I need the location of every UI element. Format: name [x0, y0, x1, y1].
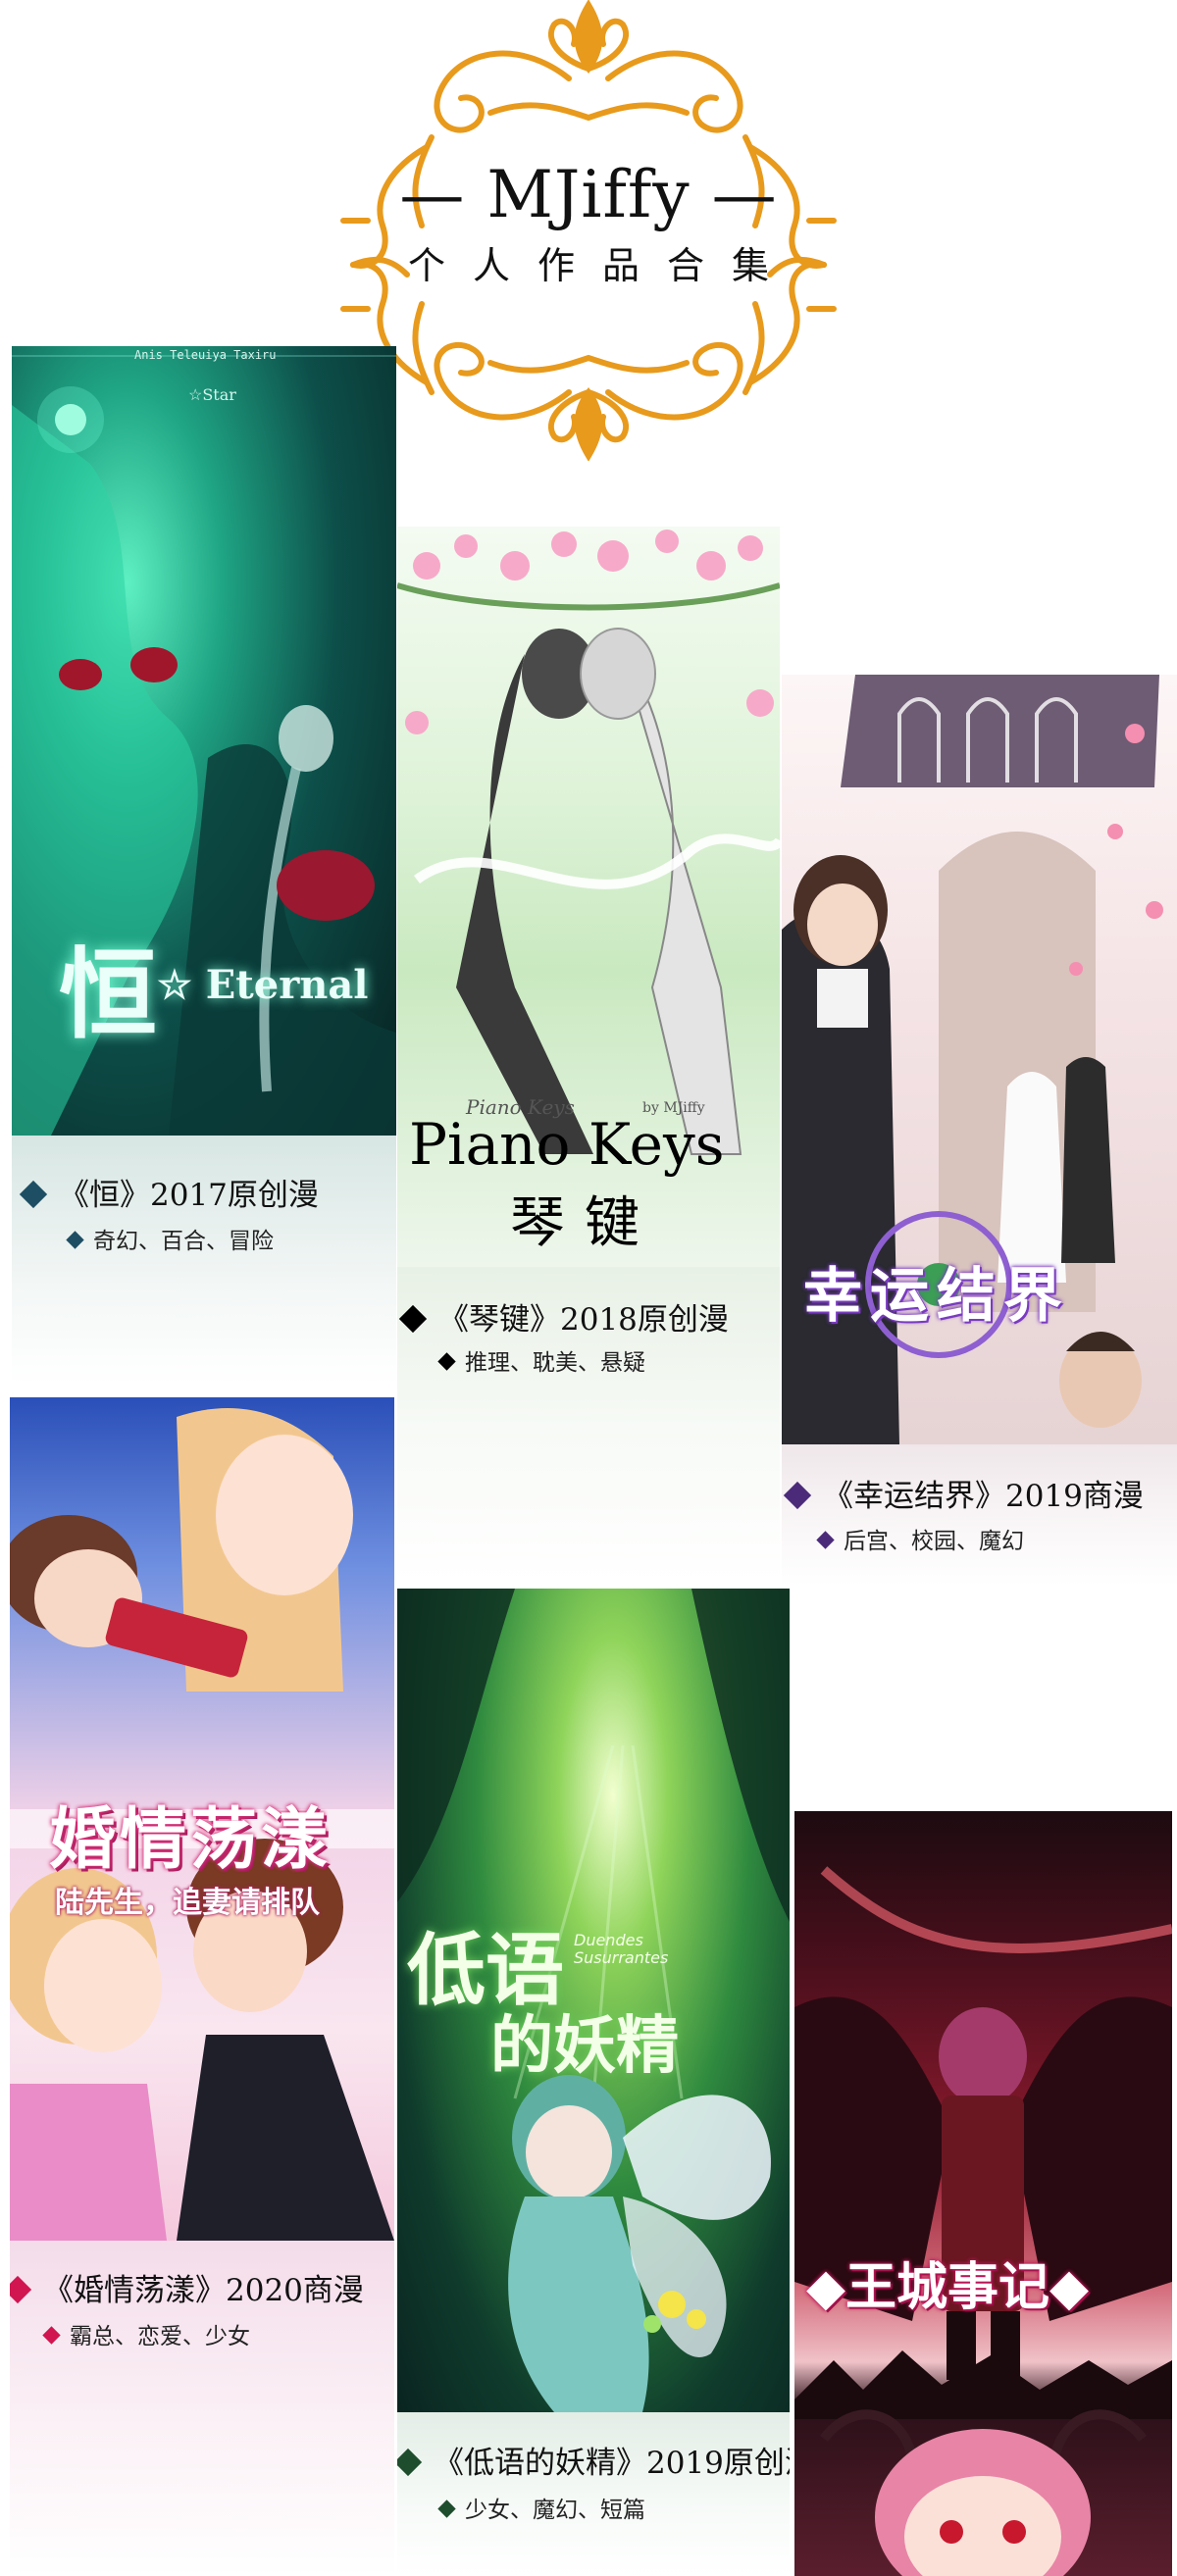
- poster-reflection: [782, 1444, 1177, 1587]
- poster-title-cn: 恒: [59, 936, 157, 1052]
- work-title: 《恒》2017原创漫: [18, 1170, 319, 1214]
- poster-title-en: Piano Keys: [409, 1111, 725, 1178]
- work-tags: 霸总、恋爱、少女: [42, 2317, 250, 2350]
- poster-whispering-fairy: 低语 的妖精 Duendes Susurrantes: [397, 1589, 790, 2412]
- work-card-lucky-barrier[interactable]: 幸运结界 《幸运结界》2019商漫 后宫、校园、魔幻: [782, 675, 1177, 1587]
- work-card-king-city[interactable]: ◆王城事记◆: [794, 1811, 1172, 2576]
- poster-title-cn: ◆王城事记◆: [806, 2257, 1089, 2317]
- poster-top-text: Anis Teleuiya Taxiru: [134, 348, 277, 362]
- poster-star-text: ☆Star: [188, 385, 236, 404]
- work-card-whispering-fairy[interactable]: 低语 的妖精 Duendes Susurrantes 《低语的妖精》2019原创…: [397, 1589, 790, 2576]
- work-tags: 少女、魔幻、短篇: [437, 2491, 645, 2524]
- diamond-bullet-icon: [437, 2499, 456, 2518]
- poster-title-cn-2: 的妖精: [490, 2009, 679, 2083]
- work-title: 《琴键》2018原创漫: [397, 1294, 729, 1339]
- work-card-marriage[interactable]: 婚情荡漾 陆先生，追妻请排队 《婚情荡漾》2020商漫 霸总、恋爱、少女: [10, 1397, 394, 2576]
- poster-subtitle: 陆先生，追妻请排队: [55, 1886, 320, 1920]
- poster-title-cn: 幸运结界: [803, 1262, 1070, 1331]
- diamond-bullet-icon: [437, 1351, 456, 1371]
- poster-title-cn: 琴键: [510, 1191, 659, 1255]
- diamond-bullet-icon: [66, 1230, 84, 1249]
- work-card-eternal[interactable]: Anis Teleuiya Taxiru ☆Star 恒 ☆ Eternal 《…: [12, 346, 396, 1386]
- work-title: 《幸运结界》2019商漫: [782, 1471, 1144, 1515]
- header-title: — MJiffy —: [399, 157, 778, 232]
- poster-eternal: Anis Teleuiya Taxiru ☆Star 恒 ☆ Eternal: [12, 346, 396, 1136]
- diamond-bullet-icon: [397, 2448, 423, 2476]
- poster-title-en: ☆ Eternal: [157, 962, 369, 1008]
- poster-lucky-barrier: 幸运结界: [782, 675, 1177, 1444]
- poster-title-cn: 婚情荡漾: [49, 1800, 333, 1879]
- work-title: 《婚情荡漾》2020商漫: [10, 2265, 364, 2309]
- poster-piano-keys: Piano Keys by MJiffy Piano Keys 琴键: [397, 527, 780, 1267]
- diamond-bullet-icon: [19, 1180, 48, 1208]
- diamond-bullet-icon: [783, 1481, 812, 1509]
- header-ornament: — MJiffy — 个人作品合集: [333, 0, 844, 461]
- header-subtitle: 个人作品合集: [407, 244, 796, 287]
- king-city-art-icon: [794, 1866, 1172, 2576]
- poster-title-en: Duendes Susurrantes: [574, 1931, 669, 1967]
- diamond-bullet-icon: [42, 2325, 61, 2345]
- poster-marriage: 婚情荡漾 陆先生，追妻请排队: [10, 1397, 394, 2241]
- work-card-piano-keys[interactable]: Piano Keys by MJiffy Piano Keys 琴键 《琴键》2…: [397, 527, 780, 1586]
- work-title: 《低语的妖精》2019原创漫: [397, 2438, 790, 2482]
- work-tags: 推理、耽美、悬疑: [437, 1343, 645, 1377]
- work-tags: 后宫、校园、魔幻: [816, 1522, 1024, 1555]
- diamond-bullet-icon: [10, 2275, 32, 2303]
- work-tags: 奇幻、百合、冒险: [66, 1222, 274, 1255]
- poster-king-city: ◆王城事记◆: [794, 1811, 1172, 2576]
- diamond-bullet-icon: [398, 1304, 428, 1333]
- diamond-bullet-icon: [816, 1530, 835, 1549]
